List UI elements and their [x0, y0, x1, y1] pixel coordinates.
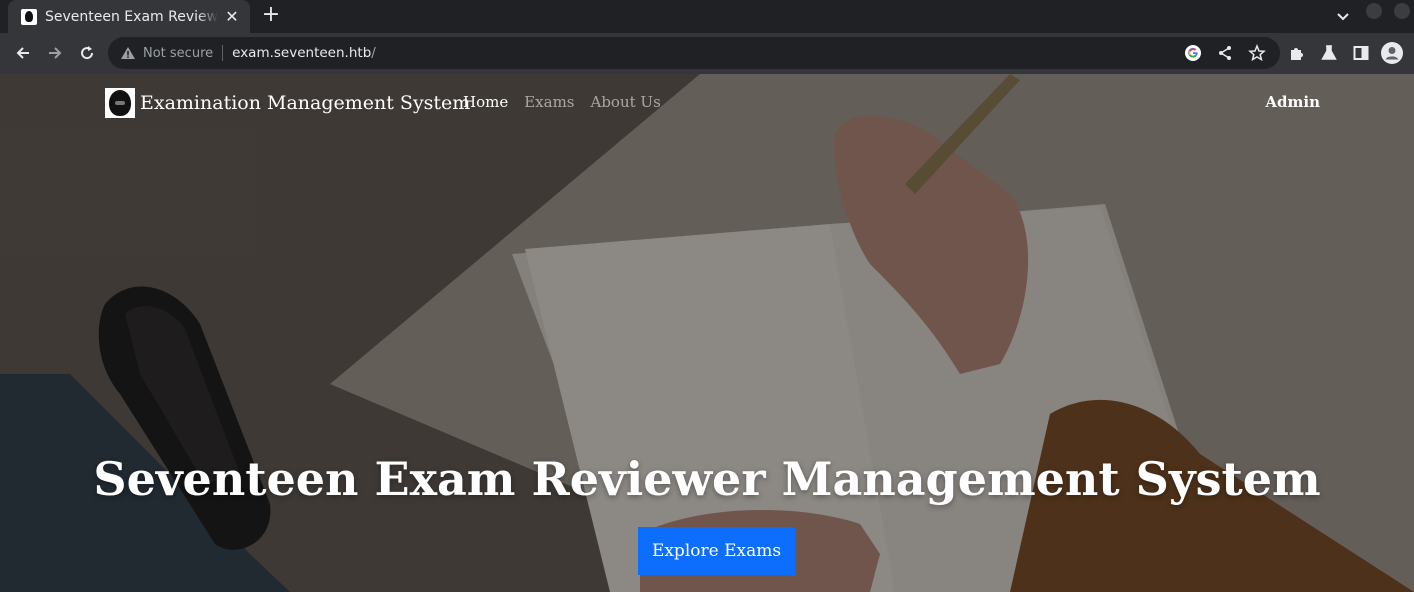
site-brand[interactable]: Examination Management System [105, 88, 470, 118]
browser-toolbar: Not secure exam.seventeen.htb/ [0, 33, 1414, 74]
browser-tab[interactable]: Seventeen Exam Reviewer Management Syste… [8, 0, 250, 33]
address-bar[interactable]: Not secure exam.seventeen.htb/ [108, 37, 1280, 69]
nav-link-home[interactable]: Home [463, 93, 508, 111]
forward-icon[interactable] [46, 44, 64, 62]
reload-icon[interactable] [78, 44, 96, 62]
hero-overlay [0, 74, 1414, 592]
window-minimize-button[interactable] [1366, 3, 1382, 19]
site-favicon-icon [21, 8, 37, 25]
back-icon[interactable] [14, 44, 32, 62]
site-navbar: Examination Management System Home Exams… [105, 88, 1320, 118]
nav-link-about-us[interactable]: About Us [591, 93, 661, 111]
hero-headline: Seventeen Exam Reviewer Management Syste… [93, 452, 1321, 506]
google-icon[interactable] [1184, 44, 1202, 62]
brand-name: Examination Management System [140, 92, 471, 114]
window-maximize-button[interactable] [1394, 3, 1410, 19]
tab-title: Seventeen Exam Reviewer Management Syste… [45, 8, 218, 25]
url-path: / [371, 45, 376, 61]
security-label[interactable]: Not secure [143, 46, 213, 61]
tab-strip: Seventeen Exam Reviewer Management Syste… [0, 0, 1414, 33]
star-icon[interactable] [1248, 44, 1266, 62]
chevron-down-icon[interactable] [1334, 7, 1352, 25]
url-host: exam.seventeen.htb [232, 45, 372, 61]
address-separator [222, 45, 224, 61]
page-viewport: Examination Management System Home Exams… [0, 74, 1414, 592]
nav-links: Home Exams About Us [463, 93, 661, 111]
new-tab-button[interactable]: + [260, 4, 282, 28]
tab-close-icon[interactable]: ✕ [224, 7, 240, 26]
site-logo-icon [105, 88, 135, 118]
explore-exams-button[interactable]: Explore Exams [638, 527, 795, 575]
nav-link-exams[interactable]: Exams [524, 93, 574, 111]
extensions-icon[interactable] [1288, 44, 1306, 62]
admin-link[interactable]: Admin [1265, 93, 1320, 111]
side-panel-icon[interactable] [1352, 44, 1370, 62]
labs-icon[interactable] [1320, 44, 1338, 62]
profile-icon[interactable] [1381, 42, 1403, 64]
share-icon[interactable] [1216, 44, 1234, 62]
url-text[interactable]: exam.seventeen.htb/ [232, 45, 376, 61]
warning-icon[interactable] [120, 45, 136, 61]
